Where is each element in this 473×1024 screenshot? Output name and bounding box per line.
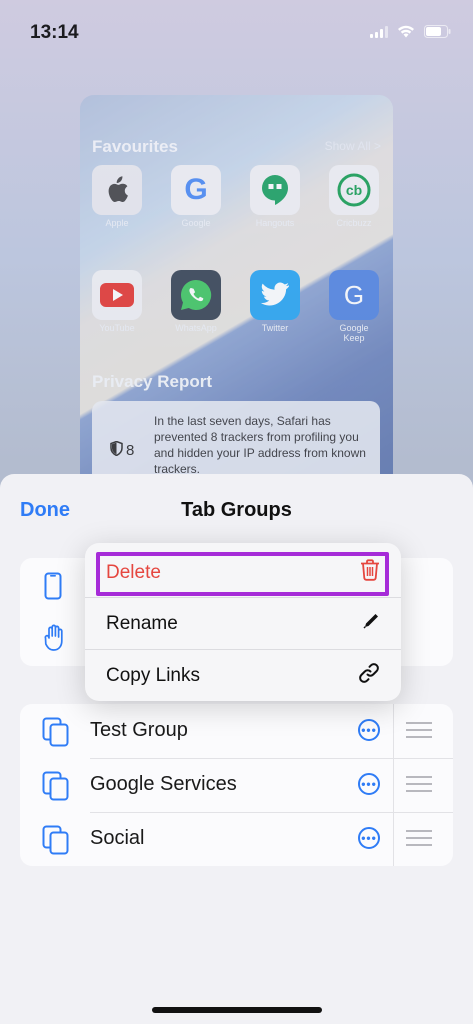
tab-preview-card[interactable]: Favourites Show All > Apple G Google Han… — [80, 95, 393, 495]
show-all-link[interactable]: Show All > — [325, 139, 381, 153]
apple-icon — [92, 165, 142, 215]
tab-group-icon — [42, 825, 70, 860]
link-icon — [358, 662, 380, 690]
private-hand-icon[interactable] — [44, 624, 66, 657]
pencil-icon — [362, 612, 380, 636]
google-icon: G — [171, 165, 221, 215]
cricbuzz-icon: cb — [329, 165, 379, 215]
favourite-item[interactable]: cb Cricbuzz — [329, 165, 379, 228]
tab-group-label: Google Services — [90, 773, 237, 795]
tab-group-row[interactable]: Google Services ••• — [20, 758, 453, 812]
favourite-label: Cricbuzz — [336, 218, 372, 228]
favourite-label: Twitter — [261, 323, 289, 333]
twitter-icon — [250, 270, 300, 320]
favourite-item[interactable]: Apple — [92, 165, 142, 228]
hangouts-icon — [250, 165, 300, 215]
rename-menu-item[interactable]: Rename — [85, 597, 401, 649]
favourite-label: Hangouts — [255, 218, 295, 228]
sheet-title: Tab Groups — [181, 499, 292, 521]
more-options-icon[interactable]: ••• — [358, 773, 380, 795]
cellular-signal-icon — [370, 25, 388, 43]
rename-label: Rename — [106, 612, 178, 634]
battery-icon — [424, 25, 451, 43]
reorder-handle-icon[interactable] — [406, 776, 432, 797]
status-bar: 13:14 — [0, 0, 473, 70]
favourite-item[interactable]: Hangouts — [250, 165, 300, 228]
phone-icon[interactable] — [44, 572, 62, 605]
more-options-icon[interactable]: ••• — [358, 827, 380, 849]
favourite-label: Google Keep — [339, 323, 369, 343]
favourites-grid: Apple G Google Hangouts cb Cricbuzz YouT… — [92, 165, 382, 343]
favourite-label: Google — [181, 218, 211, 228]
delete-menu-item[interactable]: Delete — [85, 547, 401, 599]
tab-group-row[interactable]: Social ••• — [20, 812, 453, 866]
tab-group-row[interactable]: Test Group ••• — [20, 704, 453, 758]
tab-group-icon — [42, 771, 70, 806]
privacy-count-value: 8 — [126, 442, 135, 459]
wifi-icon — [397, 25, 415, 43]
context-menu: Delete Rename Copy Links — [85, 543, 401, 701]
privacy-report-text: In the last seven days, Safari has preve… — [154, 414, 366, 476]
copy-links-menu-item[interactable]: Copy Links — [85, 649, 401, 701]
shield-icon — [110, 440, 123, 460]
favourite-item[interactable]: Twitter — [250, 270, 300, 343]
privacy-report-title: Privacy Report — [92, 372, 212, 391]
youtube-icon — [92, 270, 142, 320]
svg-text:cb: cb — [346, 182, 362, 198]
tab-group-label: Social — [90, 827, 145, 849]
tab-group-icon — [42, 717, 70, 752]
favourite-item[interactable]: YouTube — [92, 270, 142, 343]
favourite-item[interactable]: G Google Keep — [329, 270, 379, 343]
tab-groups-list: Test Group ••• Google Services ••• Socia… — [20, 704, 453, 866]
favourite-label: YouTube — [99, 323, 135, 333]
done-button[interactable]: Done — [20, 499, 70, 522]
favourite-item[interactable]: G Google — [171, 165, 221, 228]
status-time: 13:14 — [30, 22, 79, 43]
status-icons — [370, 25, 451, 43]
home-indicator[interactable] — [152, 1007, 322, 1013]
trash-icon — [360, 559, 380, 587]
tab-group-label: Test Group — [90, 719, 188, 741]
copy-links-label: Copy Links — [106, 664, 200, 686]
more-options-icon[interactable]: ••• — [358, 719, 380, 741]
reorder-handle-icon[interactable] — [406, 830, 432, 851]
reorder-handle-icon[interactable] — [406, 722, 432, 743]
favourite-label: WhatsApp — [175, 323, 217, 333]
favourite-label: Apple — [105, 218, 129, 228]
privacy-count: 8 — [110, 440, 135, 460]
google-keep-icon: G — [329, 270, 379, 320]
favourites-title: Favourites — [92, 137, 178, 156]
favourite-item[interactable]: WhatsApp — [171, 270, 221, 343]
delete-label: Delete — [106, 562, 161, 583]
whatsapp-icon — [171, 270, 221, 320]
